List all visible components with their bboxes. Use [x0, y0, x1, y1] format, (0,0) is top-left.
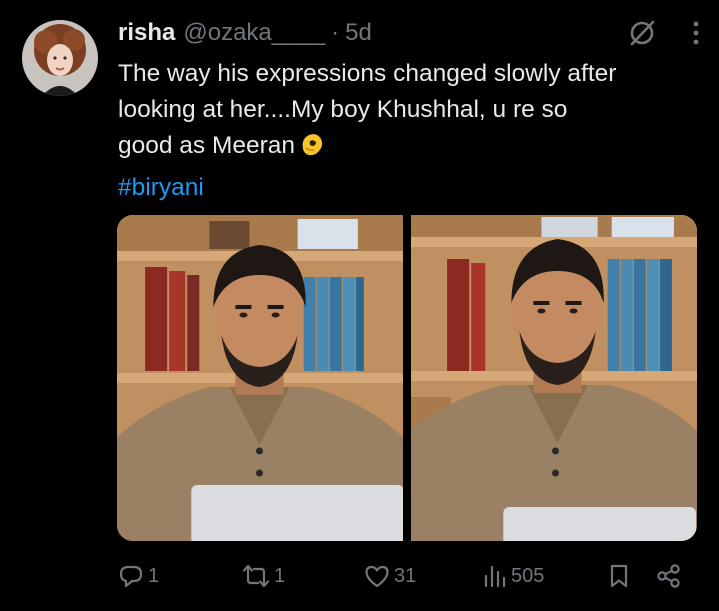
- reply-icon: [117, 562, 145, 590]
- views-button[interactable]: 505: [482, 562, 544, 590]
- repost-button[interactable]: 1: [241, 562, 285, 590]
- action-bar: 1 1 31 505: [117, 558, 687, 594]
- pinching-hand-emoji: [297, 129, 327, 170]
- display-name[interactable]: risha: [118, 19, 175, 47]
- like-icon: [363, 562, 391, 590]
- tweet-text-line: looking at her....My boy Khushhal, u re …: [118, 96, 568, 123]
- bookmark-icon: [607, 562, 631, 590]
- views-count: 505: [511, 564, 545, 587]
- separator-dot: ·: [331, 19, 340, 46]
- reply-button[interactable]: 1: [117, 562, 159, 590]
- tweet-header: risha @ozaka____ · 5d: [118, 16, 701, 50]
- bookmark-button[interactable]: [607, 562, 631, 590]
- header-icons: [627, 18, 701, 48]
- media-image-left[interactable]: [117, 215, 403, 541]
- more-options-icon[interactable]: [691, 20, 701, 46]
- hashtag-link[interactable]: #biryani: [118, 170, 703, 206]
- tweet-text-line: good as Meeran: [118, 132, 296, 159]
- share-icon: [655, 562, 683, 590]
- avatar[interactable]: [22, 20, 98, 96]
- user-handle[interactable]: @ozaka____: [183, 19, 325, 47]
- repost-icon: [241, 562, 271, 590]
- media-image-right[interactable]: [411, 215, 697, 541]
- tweet-text-line-with-emoji: good as Meeran: [118, 128, 703, 170]
- reply-count: 1: [148, 564, 160, 587]
- views-icon: [482, 562, 508, 590]
- tweet-text: The way his expressions changed slowly a…: [118, 56, 703, 206]
- media-grid: [117, 215, 697, 541]
- repost-count: 1: [274, 564, 286, 587]
- like-count: 31: [394, 564, 417, 587]
- grok-icon[interactable]: [627, 18, 657, 48]
- like-button[interactable]: 31: [363, 562, 416, 590]
- timestamp[interactable]: 5d: [345, 19, 372, 47]
- share-button[interactable]: [655, 562, 683, 590]
- tweet-text-line: The way his expressions changed slowly a…: [118, 60, 617, 87]
